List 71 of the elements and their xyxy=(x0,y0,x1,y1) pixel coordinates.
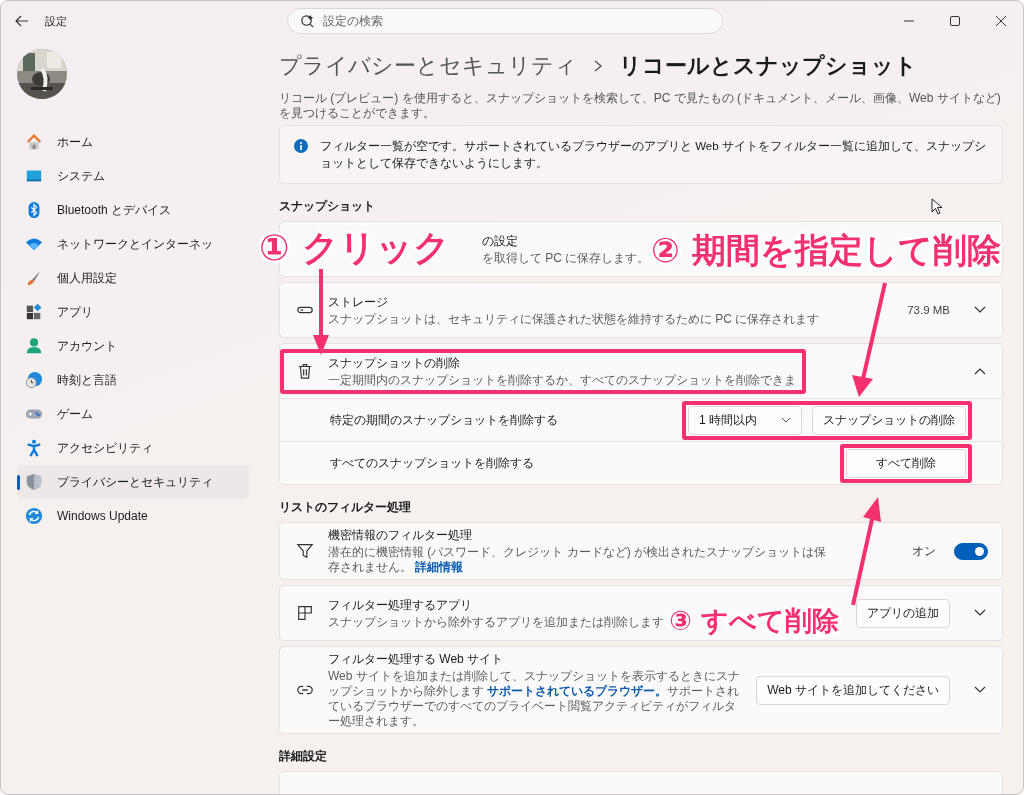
setting-description: スナップショットは、セキュリティに保護された状態を維持するために PC に保存されます xyxy=(328,311,820,327)
globe-clock-icon xyxy=(25,371,43,389)
callout-label: ③ すべて削除 xyxy=(669,607,840,634)
page-title: リコールとスナップショット xyxy=(619,52,917,80)
setting-title: フィルター処理する Web サイト xyxy=(328,651,505,669)
setting-title: ストレージ xyxy=(328,293,389,311)
close-icon[interactable] xyxy=(995,15,1007,27)
setting-description: を取得して PC に保存します。 xyxy=(482,250,650,266)
sidebar-item[interactable]: Windows Update xyxy=(17,499,249,533)
setting-description: スナップショットから除外するアプリを追加または削除します xyxy=(328,614,664,630)
maximize-icon[interactable] xyxy=(949,15,961,27)
page-description: リコール (プレビュー) を使用すると、スナップショットを検索して、PC で見たもの (ドキュメント、メール、画像、Web サイトなど) を見つけることができます。 xyxy=(279,91,1002,121)
sub-setting-label: すべてのスナップショットを削除する xyxy=(330,454,534,472)
chevron-down-icon[interactable] xyxy=(974,609,986,618)
window-title: 設定 xyxy=(45,13,67,29)
setting-link[interactable]: サポートされているブラウザー。 xyxy=(487,684,668,699)
breadcrumb-link[interactable]: プライバシーとセキュリティ xyxy=(279,51,577,81)
person-icon xyxy=(25,337,43,355)
accessibility-icon xyxy=(25,439,43,457)
section-heading: スナップショット xyxy=(279,198,375,216)
apps-icon xyxy=(296,604,314,623)
setting-title: 機密情報のフィルター処理 xyxy=(328,527,473,545)
trash-icon xyxy=(296,362,314,381)
toggle-switch[interactable] xyxy=(954,542,988,560)
setting-title: の設定 xyxy=(482,232,519,250)
section-heading: 詳細設定 xyxy=(279,748,327,766)
filter-icon xyxy=(296,542,314,561)
section-heading: リストのフィルター処理 xyxy=(279,499,411,517)
sidebar-item[interactable]: アカウント xyxy=(17,329,249,363)
chevron-down-icon xyxy=(781,417,791,424)
setting-link[interactable]: 詳細情報 xyxy=(415,560,464,575)
home-icon xyxy=(25,133,43,151)
setting-description: Web サイトを追加または削除して、スナップショットを表示するときにスナップショットから除外します サポートされているブラウザー。サポートされているブラウザーでのすべてのプライベート閲覧アクティビティがフィルター処理されます。 xyxy=(328,669,741,730)
info-icon xyxy=(294,139,308,153)
mouse-cursor-icon xyxy=(931,198,943,215)
search-icon xyxy=(300,13,315,29)
callout-label: ① クリック xyxy=(259,230,450,266)
setting-value: オン xyxy=(912,543,936,559)
search-box[interactable]: 設定の検索 xyxy=(287,8,723,34)
sidebar-item[interactable]: 個人用設定 xyxy=(17,261,249,295)
action-button[interactable]: すべて削除 xyxy=(846,448,966,478)
chevron-down-icon[interactable] xyxy=(974,306,986,315)
sub-setting-label: 特定の期間のスナップショットを削除する xyxy=(330,411,558,429)
sidebar-item[interactable]: 時刻と言語 xyxy=(17,363,249,397)
back-arrow-icon[interactable] xyxy=(15,15,29,27)
sidebar-item[interactable]: ホーム xyxy=(17,125,249,159)
sync-icon xyxy=(25,507,43,525)
setting-description: 一定期間内のスナップショットを削除するか、すべてのスナップショットを削除できま xyxy=(328,372,796,388)
setting-title: スナップショットの削除 xyxy=(328,354,461,372)
sidebar-item[interactable]: Bluetooth とデバイス xyxy=(17,193,249,227)
action-button[interactable]: アプリの追加 xyxy=(856,598,950,628)
setting-title: フィルター処理するアプリ xyxy=(328,596,473,614)
action-button[interactable]: Web サイトを追加してください xyxy=(756,675,950,705)
shield-icon xyxy=(25,473,43,491)
chevron-up-icon[interactable] xyxy=(974,367,986,376)
sidebar-item[interactable]: システム xyxy=(17,159,249,193)
callout-label: ② 期間を指定して削除 xyxy=(651,233,1001,267)
chevron-down-icon[interactable] xyxy=(974,686,986,695)
sidebar-item[interactable]: ネットワークとインターネッ xyxy=(17,227,249,261)
sidebar-item[interactable]: ゲーム xyxy=(17,397,249,431)
sidebar-item[interactable]: アプリ xyxy=(17,295,249,329)
action-button[interactable]: スナップショットの削除 xyxy=(812,405,966,435)
setting-description: 潜在的に機密情報 (パスワード、クレジット カードなど) が検出されたスナップショットは保存されません。 詳細情報 xyxy=(328,545,827,576)
period-dropdown[interactable]: 1 時間以内 xyxy=(688,405,802,435)
info-text: フィルター一覧が空です。サポートされているブラウザーのアプリと Web サイトをフィルター一覧に追加して、スナップショットとして保存できないようにします。 xyxy=(320,139,987,172)
sidebar-item[interactable]: プライバシーとセキュリティ xyxy=(17,465,249,499)
search-field[interactable]: 設定の検索 xyxy=(323,9,710,33)
sidebar-item[interactable]: アクセシビリティ xyxy=(17,431,249,465)
chevron-right-icon xyxy=(593,59,603,73)
apps-icon xyxy=(25,303,43,321)
setting-value: 73.9 MB xyxy=(907,304,950,317)
